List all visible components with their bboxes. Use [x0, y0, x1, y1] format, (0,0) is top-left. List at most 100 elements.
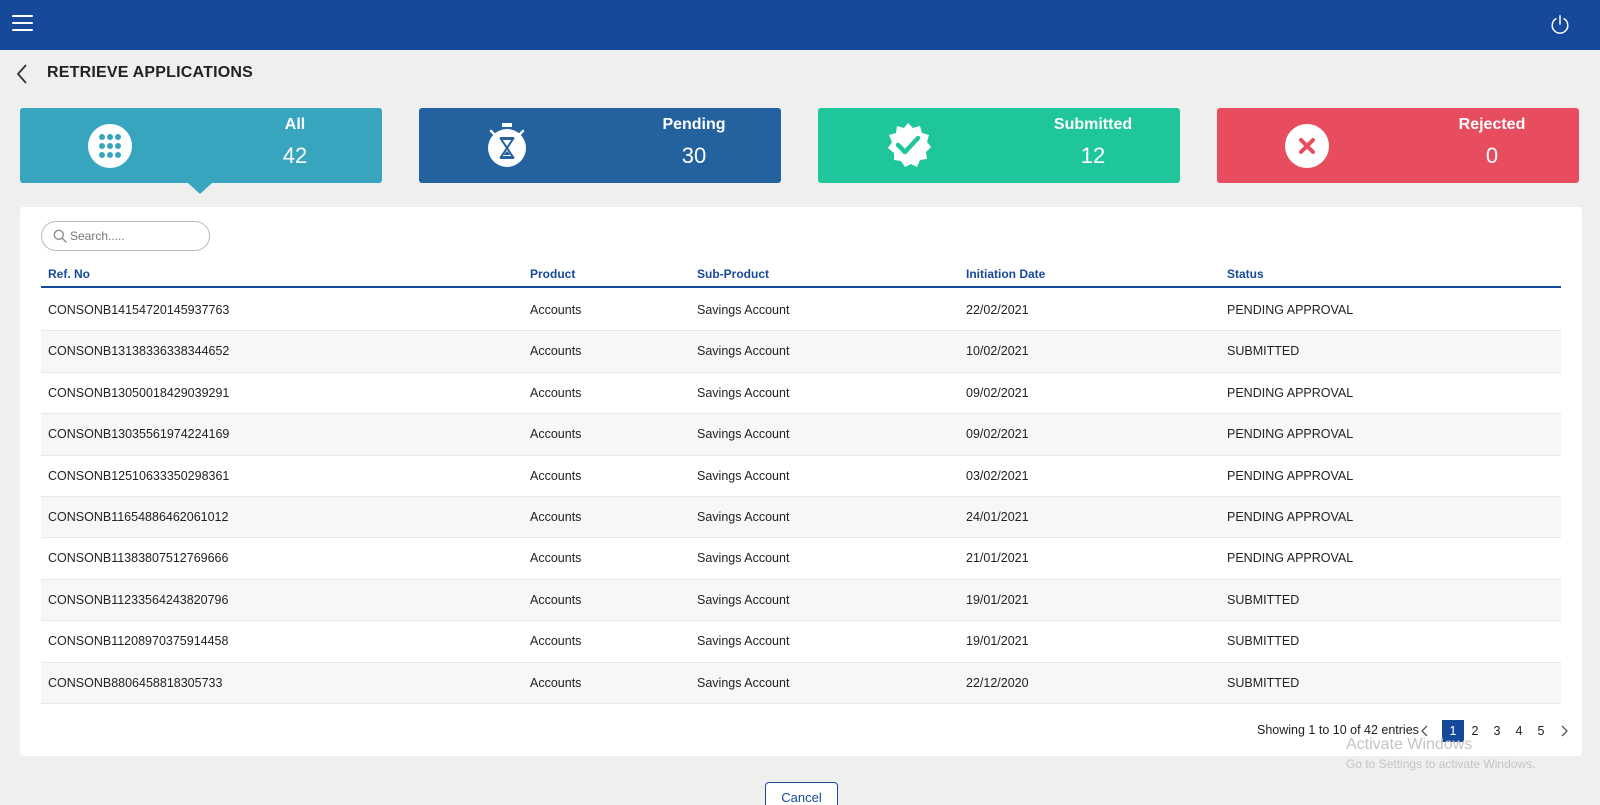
page-title: RETRIEVE APPLICATIONS	[47, 64, 253, 81]
cell-status: SUBMITTED	[1227, 592, 1300, 607]
cell-ref-no: CONSONB11233564243820796	[48, 592, 229, 607]
cell-product: Accounts	[530, 634, 582, 649]
search-input[interactable]	[70, 227, 200, 245]
cell-sub-product: Savings Account	[697, 509, 790, 524]
close-circle-icon	[1285, 124, 1329, 168]
cell-sub-product: Savings Account	[697, 344, 790, 359]
windows-activation-hint: Go to Settings to activate Windows.	[1346, 757, 1536, 771]
applications-panel: Ref. No Product Sub-Product Initiation D…	[20, 207, 1582, 756]
table-row[interactable]: CONSONB8806458818305733 Accounts Savings A…	[41, 662, 1561, 704]
cell-sub-product: Savings Account	[697, 634, 790, 649]
pagination-info: Showing 1 to 10 of 42 entries	[1257, 723, 1419, 737]
cell-sub-product: Savings Account	[697, 551, 790, 566]
cell-ref-no: CONSONB13138336338344652	[48, 344, 230, 359]
chevron-right-icon[interactable]	[1558, 724, 1570, 738]
cell-product: Accounts	[530, 303, 582, 317]
search-icon	[53, 229, 67, 243]
summary-card-submitted[interactable]: Submitted 12	[818, 108, 1180, 183]
chevron-left-icon[interactable]	[14, 62, 32, 86]
column-header-ref-no[interactable]: Ref. No	[48, 267, 90, 281]
cell-status: SUBMITTED	[1227, 634, 1300, 649]
cancel-button[interactable]: Cancel	[765, 782, 838, 805]
cell-sub-product: Savings Account	[697, 427, 790, 442]
table-row[interactable]: CONSONB13050018429039291 Accounts Savings …	[41, 373, 1561, 415]
cell-status: PENDING APPROVAL	[1227, 551, 1354, 566]
cell-initiation-date: 19/01/2021	[966, 592, 1029, 607]
summary-card-pending[interactable]: Pending 30	[419, 108, 781, 183]
table-body: CONSONB14154720145937763 Accounts Savings …	[41, 290, 1561, 704]
cell-product: Accounts	[530, 551, 582, 566]
cell-ref-no: CONSONB13035561974224169	[48, 427, 230, 442]
table-row[interactable]: CONSONB11233564243820796 Accounts Savings …	[41, 579, 1561, 622]
cell-status: PENDING APPROVAL	[1227, 509, 1354, 524]
hamburger-menu-icon[interactable]	[12, 15, 33, 33]
cell-initiation-date: 19/01/2021	[966, 634, 1029, 649]
cell-status: SUBMITTED	[1227, 344, 1300, 359]
summary-count: 0	[1485, 143, 1499, 168]
summary-count: 12	[1080, 143, 1106, 168]
cell-initiation-date: 10/02/2021	[966, 344, 1029, 359]
page-5[interactable]: 5	[1530, 720, 1552, 742]
summary-label: All	[284, 116, 306, 133]
cell-product: Accounts	[530, 468, 582, 483]
cell-initiation-date: 03/02/2021	[966, 468, 1029, 483]
cell-sub-product: Savings Account	[697, 468, 790, 483]
cell-status: SUBMITTED	[1227, 675, 1300, 690]
cell-sub-product: Savings Account	[697, 303, 790, 317]
cell-status: PENDING APPROVAL	[1227, 427, 1354, 442]
cell-initiation-date: 09/02/2021	[966, 427, 1029, 442]
summary-label: Rejected	[1458, 116, 1526, 133]
cell-initiation-date: 22/02/2021	[966, 303, 1029, 317]
column-header-status[interactable]: Status	[1227, 267, 1264, 281]
cell-ref-no: CONSONB8806458818305733	[48, 675, 223, 690]
column-header-sub-product[interactable]: Sub-Product	[697, 267, 769, 281]
summary-count: 42	[282, 143, 308, 168]
cell-product: Accounts	[530, 385, 582, 400]
page-header: RETRIEVE APPLICATIONS	[0, 58, 600, 90]
summary-label: Pending	[662, 116, 726, 133]
table-row[interactable]: CONSONB13035561974224169 Accounts Savings …	[41, 414, 1561, 456]
column-header-initiation-date[interactable]: Initiation Date	[966, 267, 1045, 281]
cell-initiation-date: 22/12/2020	[966, 675, 1029, 690]
cell-product: Accounts	[530, 509, 582, 524]
power-icon[interactable]	[1549, 14, 1571, 36]
cell-status: PENDING APPROVAL	[1227, 385, 1354, 400]
cell-product: Accounts	[530, 592, 582, 607]
table-header: Ref. No Product Sub-Product Initiation D…	[41, 259, 1561, 288]
summary-label: Submitted	[1053, 116, 1133, 133]
cell-ref-no: CONSONB12510633350298361	[48, 468, 230, 483]
table-row[interactable]: CONSONB14154720145937763 Accounts Savings …	[41, 290, 1561, 332]
page-3[interactable]: 3	[1486, 720, 1508, 742]
cell-sub-product: Savings Account	[697, 675, 790, 690]
table-row[interactable]: CONSONB11654886462061012 Accounts Savings …	[41, 496, 1561, 539]
grid-dots-icon	[88, 124, 132, 168]
column-header-product[interactable]: Product	[530, 267, 575, 281]
cell-status: PENDING APPROVAL	[1227, 468, 1354, 483]
active-card-pointer	[188, 183, 212, 194]
cell-initiation-date: 21/01/2021	[966, 551, 1029, 566]
cell-product: Accounts	[530, 427, 582, 442]
cell-status: PENDING APPROVAL	[1227, 303, 1354, 317]
cell-ref-no: CONSONB11208970375914458	[48, 634, 229, 649]
windows-activation-watermark: Activate Windows	[1346, 736, 1473, 753]
page-4[interactable]: 4	[1508, 720, 1530, 742]
summary-card-all[interactable]: All 42	[20, 108, 382, 194]
cell-initiation-date: 24/01/2021	[966, 509, 1029, 524]
search-box	[41, 221, 210, 251]
cell-product: Accounts	[530, 344, 582, 359]
cell-sub-product: Savings Account	[697, 385, 790, 400]
cell-ref-no: CONSONB13050018429039291	[48, 385, 230, 400]
table-row[interactable]: CONSONB13138336338344652 Accounts Savings …	[41, 331, 1561, 373]
top-bar	[0, 0, 1600, 50]
cell-product: Accounts	[530, 675, 582, 690]
table-row[interactable]: CONSONB11208970375914458 Accounts Savings …	[41, 621, 1561, 663]
table-row[interactable]: CONSONB12510633350298361 Accounts Savings …	[41, 456, 1561, 497]
verified-badge-check-icon	[888, 123, 931, 167]
cell-ref-no: CONSONB14154720145937763	[48, 303, 230, 317]
summary-card-rejected[interactable]: Rejected 0	[1217, 108, 1579, 183]
table-row[interactable]: CONSONB11383807512769666 Accounts Savings …	[41, 538, 1561, 580]
cell-ref-no: CONSONB11383807512769666	[48, 551, 229, 566]
summary-count: 30	[681, 143, 707, 168]
cell-ref-no: CONSONB11654886462061012	[48, 509, 229, 524]
cell-sub-product: Savings Account	[697, 592, 790, 607]
